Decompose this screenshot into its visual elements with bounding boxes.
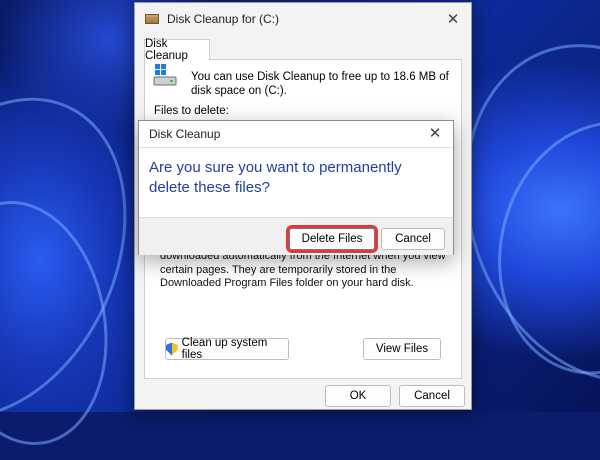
dialog-footer: Delete Files Cancel <box>139 217 453 255</box>
description-text: downloaded automatically from the Intern… <box>160 250 446 289</box>
windows-drive-icon <box>153 64 177 86</box>
title-bar[interactable]: Disk Cleanup for (C:) ✕ <box>135 3 471 35</box>
clean-up-system-files-label: Clean up system files <box>181 337 268 361</box>
dialog-title: Disk Cleanup <box>149 127 221 141</box>
files-to-delete-label: Files to delete: <box>154 105 229 117</box>
uac-shield-icon <box>166 342 178 356</box>
clean-up-system-files-button[interactable]: Clean up system files <box>165 337 289 361</box>
close-icon[interactable]: ✕ <box>425 123 445 143</box>
window-title: Disk Cleanup for (C:) <box>167 12 280 26</box>
cancel-button[interactable]: Cancel <box>399 385 465 407</box>
summary-text: You can use Disk Cleanup to free up to 1… <box>191 71 449 97</box>
close-icon[interactable]: ✕ <box>443 9 463 29</box>
delete-files-button[interactable]: Delete Files <box>286 225 378 253</box>
tab-disk-cleanup[interactable]: Disk Cleanup <box>144 38 210 62</box>
ok-button[interactable]: OK <box>325 385 391 407</box>
view-files-button[interactable]: View Files <box>363 338 441 360</box>
divider <box>139 147 453 148</box>
confirm-question: Are you sure you want to permanently del… <box>149 159 402 196</box>
disk-cleanup-icon <box>145 14 159 24</box>
cancel-button[interactable]: Cancel <box>381 228 445 250</box>
confirm-delete-dialog: Disk Cleanup ✕ Are you sure you want to … <box>138 120 454 255</box>
